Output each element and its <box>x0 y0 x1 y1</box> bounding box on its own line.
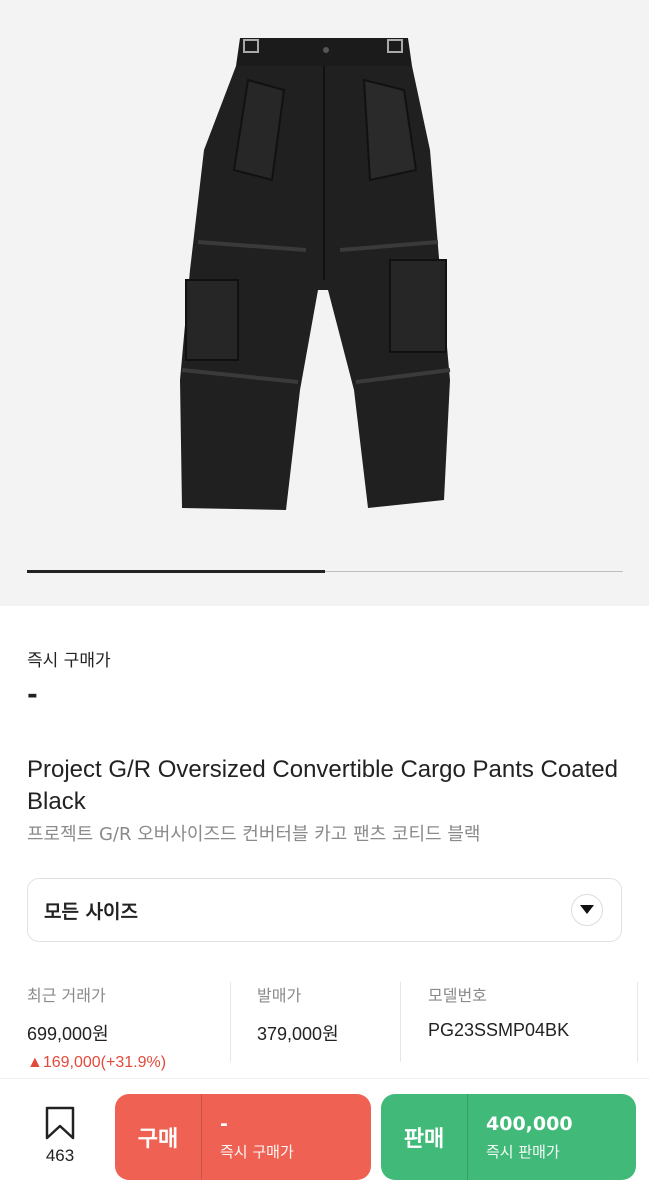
model-number-label: 모델번호 <box>428 986 487 1005</box>
recent-trade-change: ▲169,000(+31.9%) <box>27 1054 167 1071</box>
gallery-progress-fill <box>27 570 325 573</box>
release-price-value: 379,000원 <box>257 1024 339 1044</box>
recent-trade-info[interactable]: 최근 거래가 699,000원 ▲169,000(+31.9%) <box>27 982 166 1072</box>
info-divider <box>637 982 638 1062</box>
wishlist-count: 463 <box>45 1146 75 1165</box>
bookmark-icon <box>45 1106 75 1140</box>
instant-buy-price: - <box>27 680 38 710</box>
product-image <box>180 38 451 510</box>
product-gallery[interactable] <box>0 0 649 606</box>
sell-price: 400,000 <box>486 1112 573 1135</box>
release-price-info: 발매가 379,000원 <box>257 982 339 1046</box>
sell-sub-label: 즉시 판매가 <box>486 1142 560 1161</box>
info-divider <box>400 982 401 1062</box>
info-divider <box>230 982 231 1062</box>
chevron-down-icon[interactable] <box>571 894 603 926</box>
sell-label: 판매 <box>403 1127 445 1152</box>
size-select[interactable]: 모든 사이즈 <box>27 878 622 942</box>
product-title-ko: 프로젝트 G/R 오버사이즈드 컨버터블 카고 팬츠 코티드 블랙 <box>27 824 481 845</box>
model-number-info: 모델번호 PG23SSMP04BK <box>428 982 569 1041</box>
buy-button[interactable]: 구매 - 즉시 구매가 <box>115 1094 371 1180</box>
gallery-progress-track <box>27 570 623 573</box>
buy-label: 구매 <box>137 1127 179 1152</box>
wishlist-button[interactable]: 463 <box>37 1106 83 1166</box>
instant-buy-label: 즉시 구매가 <box>27 651 111 671</box>
recent-trade-price: 699,000원 <box>27 1024 109 1044</box>
sell-button[interactable]: 판매 400,000 즉시 판매가 <box>381 1094 636 1180</box>
buy-sub-label: 즉시 구매가 <box>220 1142 294 1161</box>
recent-trade-label: 최근 거래가 <box>27 986 106 1005</box>
product-title-en: Project G/R Oversized Convertible Cargo … <box>27 756 618 815</box>
size-select-label: 모든 사이즈 <box>44 900 139 923</box>
model-number-value: PG23SSMP04BK <box>428 1020 570 1040</box>
release-price-label: 발매가 <box>257 986 302 1005</box>
buy-price: - <box>220 1112 228 1135</box>
